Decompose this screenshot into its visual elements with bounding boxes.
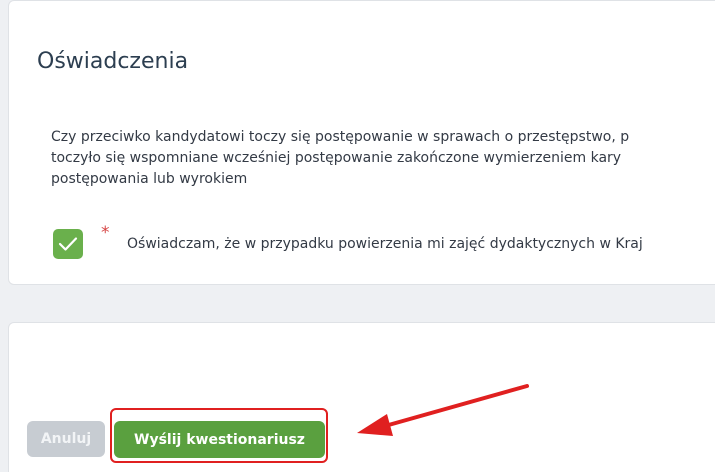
question-text: Czy przeciwko kandydatowi toczy się post… (51, 127, 715, 190)
submit-button[interactable]: Wyślij kwestionariusz (114, 421, 325, 458)
question-line-3: postępowania lub wyrokiem (51, 171, 248, 187)
consent-checkbox[interactable] (53, 229, 83, 259)
section-title: Oświadczenia (37, 49, 189, 74)
required-mark: * (101, 223, 110, 243)
cancel-button[interactable]: Anuluj (27, 421, 105, 457)
consent-row: * Oświadczam, że w przypadku powierzenia… (53, 223, 715, 259)
page: Oświadczenia Czy przeciwko kandydatowi t… (0, 0, 715, 472)
consent-label: Oświadczam, że w przypadku powierzenia m… (127, 236, 643, 252)
declarations-card: Oświadczenia Czy przeciwko kandydatowi t… (8, 0, 715, 285)
question-line-2: toczyło się wspomniane wcześniej postępo… (51, 150, 622, 166)
question-line-1: Czy przeciwko kandydatowi toczy się post… (51, 129, 630, 145)
check-icon (58, 237, 78, 251)
